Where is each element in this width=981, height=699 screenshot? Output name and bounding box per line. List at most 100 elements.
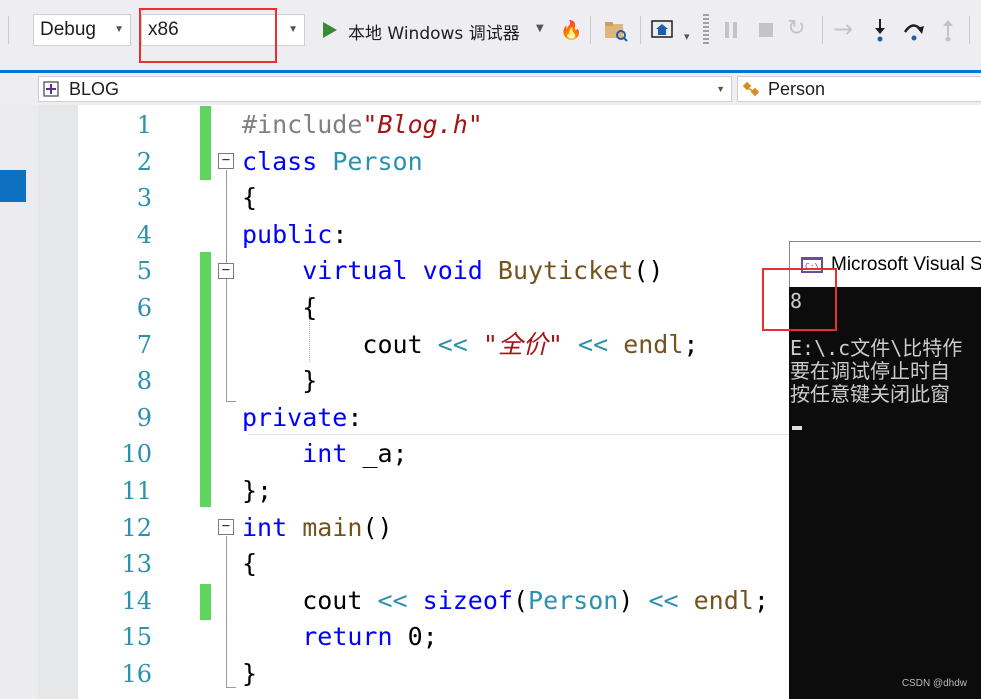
code-line[interactable]: } xyxy=(242,363,317,399)
code-token: endl xyxy=(693,585,754,615)
project-icon xyxy=(43,81,59,97)
scope-dropdown[interactable]: Person xyxy=(737,76,981,102)
collapse-toggle[interactable]: − xyxy=(218,519,234,535)
step-over-icon[interactable] xyxy=(902,18,926,42)
code-token: 0; xyxy=(407,622,438,652)
code-token: ; xyxy=(753,585,769,615)
code-token: Person xyxy=(528,585,619,615)
start-debugging-button[interactable]: 本地 Windows 调试器 ▼ xyxy=(318,14,552,46)
scope-name: Person xyxy=(768,79,826,99)
code-token: virtual xyxy=(302,256,423,286)
console-title: Microsoft Visual S xyxy=(831,254,981,275)
toolbar-separator xyxy=(822,16,823,44)
code-token: class xyxy=(242,146,333,176)
code-token: cout xyxy=(242,585,378,615)
code-token: { xyxy=(242,183,258,213)
change-marker xyxy=(200,106,211,180)
code-line[interactable]: #include"Blog.h" xyxy=(242,107,483,143)
code-line[interactable]: class Person xyxy=(242,144,423,180)
code-line[interactable]: virtual void Buyticket() xyxy=(242,253,663,289)
code-line[interactable]: cout << "全价" << endl; xyxy=(242,327,698,363)
code-token: : xyxy=(332,219,348,249)
code-line[interactable]: return 0; xyxy=(242,619,438,655)
restart-icon[interactable]: ↻ xyxy=(787,16,805,41)
line-number: 4 xyxy=(136,220,152,249)
highlight-box-platform xyxy=(139,8,277,63)
line-number: 7 xyxy=(136,330,152,359)
class-icon xyxy=(742,81,760,97)
code-line[interactable]: } xyxy=(242,656,257,692)
code-token: Buyticket xyxy=(497,256,634,286)
step-out-icon[interactable] xyxy=(940,18,956,42)
code-line[interactable]: private: xyxy=(242,400,362,436)
code-token: _a; xyxy=(362,439,408,469)
toolbar-separator xyxy=(969,16,970,44)
line-number: 5 xyxy=(136,257,152,286)
config-value: Debug xyxy=(40,19,96,40)
step-into-icon[interactable] xyxy=(872,18,888,42)
console-line: E:\.c文件\比特作 xyxy=(790,336,963,360)
outline-line xyxy=(226,536,227,688)
chevron-down-icon[interactable]: ▾ xyxy=(684,30,690,43)
code-line[interactable]: { xyxy=(242,290,317,326)
toolbar-separator xyxy=(8,16,9,44)
console-line: 按任意键关闭此窗 xyxy=(790,382,950,406)
code-line[interactable]: public: xyxy=(242,217,347,253)
chevron-down-icon: ▼ xyxy=(536,23,544,34)
collapse-toggle[interactable]: − xyxy=(218,263,234,279)
side-panel-tab[interactable] xyxy=(0,170,26,202)
change-marker xyxy=(200,584,211,620)
console-cursor xyxy=(792,426,802,430)
code-line[interactable]: int _a; xyxy=(242,436,408,472)
line-number: 2 xyxy=(136,147,152,176)
code-token: endl xyxy=(623,329,684,359)
code-token: public xyxy=(242,219,333,249)
console-line: 要在调试停止时自 xyxy=(790,359,950,383)
show-next-statement-icon[interactable]: → xyxy=(833,15,853,43)
diagnostic-tools-icon[interactable] xyxy=(651,20,673,40)
code-token: () xyxy=(362,512,393,542)
code-line[interactable]: { xyxy=(242,180,257,216)
stop-icon[interactable] xyxy=(758,22,774,38)
pause-icon[interactable] xyxy=(724,21,738,39)
code-token: }; xyxy=(242,476,273,505)
play-icon xyxy=(323,22,337,38)
code-line[interactable]: { xyxy=(242,546,257,582)
config-dropdown[interactable]: Debug ▼ xyxy=(33,14,131,46)
chevron-down-icon: ▼ xyxy=(288,24,298,35)
toolbar-separator xyxy=(590,16,591,44)
code-token: () xyxy=(633,256,664,286)
project-name: BLOG xyxy=(69,79,120,99)
hot-reload-icon[interactable]: 🔥 xyxy=(560,20,582,41)
line-number: 13 xyxy=(121,550,152,579)
code-token: : xyxy=(347,402,363,432)
chevron-down-icon: ▼ xyxy=(716,84,725,94)
line-number: 11 xyxy=(121,477,152,505)
outline-line-end xyxy=(226,401,236,402)
code-token: << xyxy=(437,329,468,359)
toolbar-grip xyxy=(703,14,709,44)
line-number: 10 xyxy=(121,440,152,469)
code-token: { xyxy=(242,549,258,579)
code-line[interactable]: cout << sizeof(Person) << endl; xyxy=(242,583,769,619)
line-number: 14 xyxy=(121,586,152,615)
line-number: 8 xyxy=(136,367,152,396)
code-token: "Blog.h" xyxy=(362,110,483,139)
watermark: CSDN @dhdw xyxy=(901,678,967,689)
collapse-toggle[interactable]: − xyxy=(218,153,234,169)
line-number: 15 xyxy=(121,623,152,652)
project-dropdown[interactable]: BLOG ▼ xyxy=(38,76,732,102)
code-token: Person xyxy=(332,146,423,176)
code-line[interactable]: }; xyxy=(242,473,272,509)
outline-line-end xyxy=(226,687,236,688)
folder-search-icon[interactable] xyxy=(604,20,628,42)
line-number: 3 xyxy=(136,184,152,213)
code-line[interactable]: int main() xyxy=(242,510,393,546)
